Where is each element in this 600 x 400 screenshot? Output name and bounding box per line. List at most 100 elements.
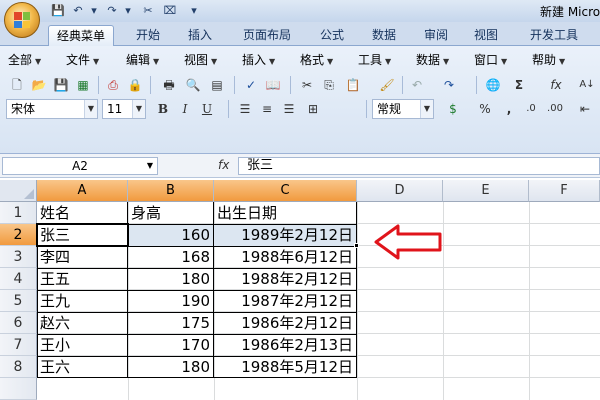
cell-a4[interactable]: 王五 <box>37 268 127 290</box>
chevron-down-icon[interactable]: ▼ <box>147 158 153 174</box>
cell-a3[interactable]: 李四 <box>37 246 127 268</box>
row-header-7[interactable]: 7 <box>0 334 37 356</box>
hyperlink-icon[interactable]: 🌐 <box>484 76 502 94</box>
cell-a1[interactable]: 姓名 <box>37 202 127 224</box>
permission-icon[interactable]: 🔒 <box>126 76 144 94</box>
open-folder-icon[interactable]: 📂 <box>30 76 48 94</box>
autosum-icon[interactable]: Σ <box>510 76 528 94</box>
spelling-icon[interactable]: ✓ <box>242 76 260 94</box>
cell-b2[interactable]: 160 <box>128 224 213 246</box>
cell-a6[interactable]: 赵六 <box>37 312 127 334</box>
redo-dropdown-icon[interactable]: ▾ <box>120 3 136 19</box>
cell-c1[interactable]: 出生日期 <box>214 202 356 224</box>
research-icon[interactable]: 📖 <box>264 76 282 94</box>
indent-icon[interactable]: ⇤ <box>576 100 594 118</box>
menu-help[interactable]: 帮助 ▼ <box>532 51 565 68</box>
column-header-e[interactable]: E <box>443 180 529 202</box>
underline-button[interactable]: U <box>198 100 216 118</box>
font-name-select[interactable]: 宋体 ▼ <box>6 99 98 119</box>
customize-qat-icon[interactable]: ▾ <box>186 3 202 19</box>
merge-center-icon[interactable]: ⊞ <box>304 100 322 118</box>
excel-icon[interactable]: ▦ <box>74 76 92 94</box>
print-icon[interactable]: 🖶 <box>160 76 178 94</box>
menu-view[interactable]: 视图 ▼ <box>184 51 217 68</box>
cell-b1[interactable]: 身高 <box>128 202 213 224</box>
percent-button[interactable]: % <box>476 100 494 118</box>
cell-c5[interactable]: 1987年2月12日 <box>214 290 356 312</box>
cell-c3[interactable]: 1988年6月12日 <box>214 246 356 268</box>
cell-c6[interactable]: 1986年2月12日 <box>214 312 356 334</box>
menu-format[interactable]: 格式 ▼ <box>300 51 333 68</box>
column-header-f[interactable]: F <box>529 180 600 202</box>
comma-button[interactable]: , <box>500 100 518 118</box>
undo-icon[interactable]: ↶ <box>70 3 86 19</box>
increase-decimal-icon[interactable]: .0 <box>522 100 540 118</box>
column-header-c[interactable]: C <box>214 180 357 202</box>
number-format-select[interactable]: 常规 ▼ <box>372 99 434 119</box>
bold-button[interactable]: B <box>154 100 172 118</box>
column-header-d[interactable]: D <box>357 180 443 202</box>
chevron-down-icon[interactable]: ▼ <box>84 100 97 118</box>
menu-all[interactable]: 全部 ▼ <box>8 51 41 68</box>
align-center-icon[interactable]: ≡ <box>258 100 276 118</box>
cell-a5[interactable]: 王九 <box>37 290 127 312</box>
cell-c8[interactable]: 1988年5月12日 <box>214 356 356 378</box>
menu-file[interactable]: 文件 ▼ <box>66 51 99 68</box>
redo-icon[interactable]: ↷ <box>440 76 458 94</box>
align-left-icon[interactable]: ☰ <box>236 100 254 118</box>
new-file-icon[interactable]: 🗋 <box>8 76 26 94</box>
column-header-a[interactable]: A <box>37 180 128 202</box>
tab-review[interactable]: 审阅 <box>416 25 456 46</box>
row-header-2[interactable]: 2 <box>0 224 37 246</box>
row-header-5[interactable]: 5 <box>0 290 37 312</box>
select-all-corner[interactable] <box>0 180 37 202</box>
office-button[interactable] <box>4 2 40 38</box>
cell-c2[interactable]: 1989年2月12日 <box>214 224 356 246</box>
page-setup-icon[interactable]: ▤ <box>208 76 226 94</box>
cell-a8[interactable]: 王六 <box>37 356 127 378</box>
row-header-1[interactable]: 1 <box>0 202 37 224</box>
decrease-decimal-icon[interactable]: .00 <box>546 100 564 118</box>
menu-edit[interactable]: 编辑 ▼ <box>126 51 159 68</box>
format-painter-icon[interactable]: 🖌 <box>378 76 396 94</box>
copy-icon[interactable]: ⎘ <box>320 76 338 94</box>
scissors-icon[interactable]: ✂ <box>140 3 156 19</box>
cell-b8[interactable]: 180 <box>128 356 213 378</box>
menu-tools[interactable]: 工具 ▼ <box>358 51 391 68</box>
save-icon[interactable]: 💾 <box>50 3 66 19</box>
chevron-down-icon[interactable]: ▼ <box>420 100 433 118</box>
print-preview-icon[interactable]: 🔍 <box>184 76 202 94</box>
menu-data[interactable]: 数据 ▼ <box>416 51 449 68</box>
save-icon[interactable]: 💾 <box>52 76 70 94</box>
sort-ascending-icon[interactable]: A↓ <box>578 76 596 94</box>
pdf-icon[interactable]: ⎙ <box>104 76 122 94</box>
undo-dropdown-icon[interactable]: ▾ <box>86 3 102 19</box>
fill-handle[interactable] <box>354 243 359 248</box>
tab-developer[interactable]: 开发工具 <box>522 25 586 46</box>
font-size-select[interactable]: 11 ▼ <box>102 99 146 119</box>
row-header-8[interactable]: 8 <box>0 356 37 378</box>
insert-function-icon[interactable]: fx <box>544 76 568 94</box>
cell-b4[interactable]: 180 <box>128 268 213 290</box>
column-header-b[interactable]: B <box>128 180 214 202</box>
paste-icon[interactable]: 📋 <box>344 76 362 94</box>
insert-function-icon[interactable]: fx <box>218 158 229 172</box>
name-box[interactable]: A2 ▼ <box>2 157 158 175</box>
cell-b3[interactable]: 168 <box>128 246 213 268</box>
align-right-icon[interactable]: ☰ <box>280 100 298 118</box>
chevron-down-icon[interactable]: ▼ <box>132 100 145 118</box>
tab-page-layout[interactable]: 页面布局 <box>236 25 298 46</box>
cell-c7[interactable]: 1986年2月13日 <box>214 334 356 356</box>
cell-b5[interactable]: 190 <box>128 290 213 312</box>
redo-icon[interactable]: ↷ <box>104 3 120 19</box>
tab-formulas[interactable]: 公式 <box>312 25 352 46</box>
row-header-4[interactable]: 4 <box>0 268 37 290</box>
undo-icon[interactable]: ↶ <box>408 76 426 94</box>
row-header-6[interactable]: 6 <box>0 312 37 334</box>
menu-window[interactable]: 窗口 ▼ <box>474 51 507 68</box>
formula-input[interactable]: 张三 <box>238 157 600 175</box>
tab-insert[interactable]: 插入 <box>180 25 220 46</box>
cut-icon[interactable]: ✂ <box>298 76 316 94</box>
row-header-9[interactable] <box>0 378 37 400</box>
italic-button[interactable]: I <box>176 100 194 118</box>
